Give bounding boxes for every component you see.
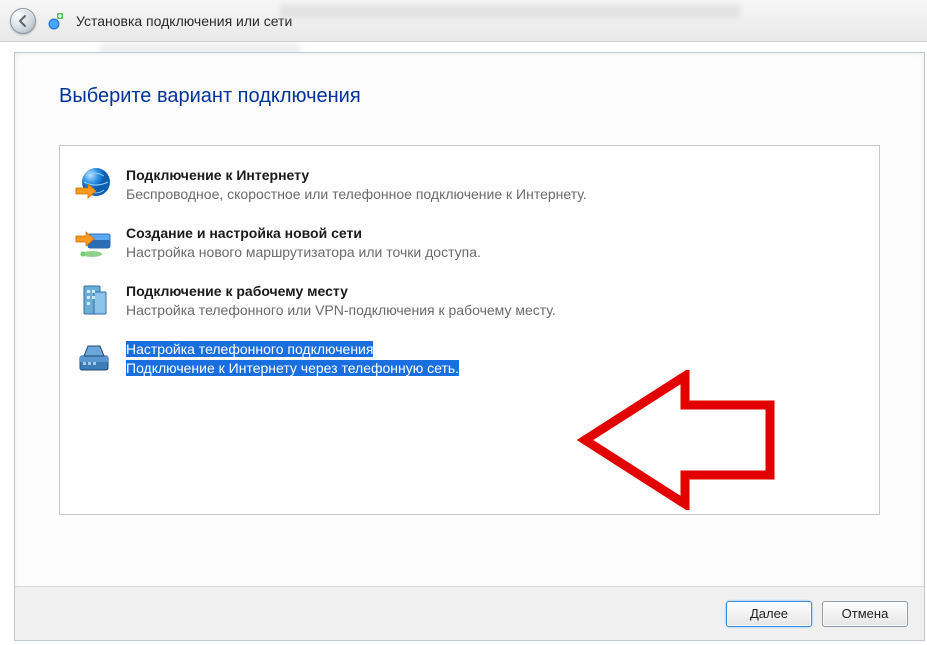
option-dialup-setup[interactable]: Настройка телефонного подключения Подклю… <box>60 330 879 388</box>
option-desc: Настройка телефонного или VPN-подключени… <box>126 301 556 320</box>
option-desc: Настройка нового маршрутизатора или точк… <box>126 243 481 262</box>
option-title: Подключение к Интернету <box>126 166 587 185</box>
options-panel: Подключение к Интернету Беспроводное, ск… <box>59 145 880 515</box>
cancel-button[interactable]: Отмена <box>822 601 908 627</box>
option-connect-workplace[interactable]: Подключение к рабочему месту Настройка т… <box>60 272 879 330</box>
option-title: Создание и настройка новой сети <box>126 224 481 243</box>
wizard-body: Выберите вариант подключения <box>14 52 925 641</box>
obscured-text <box>280 4 740 18</box>
option-desc: Беспроводное, скоростное или телефонное … <box>126 185 587 204</box>
network-setup-icon <box>46 11 66 31</box>
dialup-modem-icon <box>74 338 114 378</box>
option-desc: Подключение к Интернету через телефонную… <box>126 360 459 376</box>
back-button[interactable] <box>10 8 36 34</box>
router-icon <box>74 222 114 262</box>
option-title: Подключение к рабочему месту <box>126 282 556 301</box>
button-bar: Далее Отмена <box>15 586 924 640</box>
window-title: Установка подключения или сети <box>76 13 292 29</box>
globe-arrow-icon <box>74 164 114 204</box>
wizard-window: Установка подключения или сети Выберите … <box>0 0 927 645</box>
page-heading: Выберите вариант подключения <box>15 53 924 108</box>
option-setup-network[interactable]: Создание и настройка новой сети Настройк… <box>60 214 879 272</box>
next-button[interactable]: Далее <box>726 601 812 627</box>
option-title: Настройка телефонного подключения <box>126 341 373 357</box>
option-connect-internet[interactable]: Подключение к Интернету Беспроводное, ск… <box>60 156 879 214</box>
back-arrow-icon <box>16 14 30 28</box>
building-icon <box>74 280 114 320</box>
